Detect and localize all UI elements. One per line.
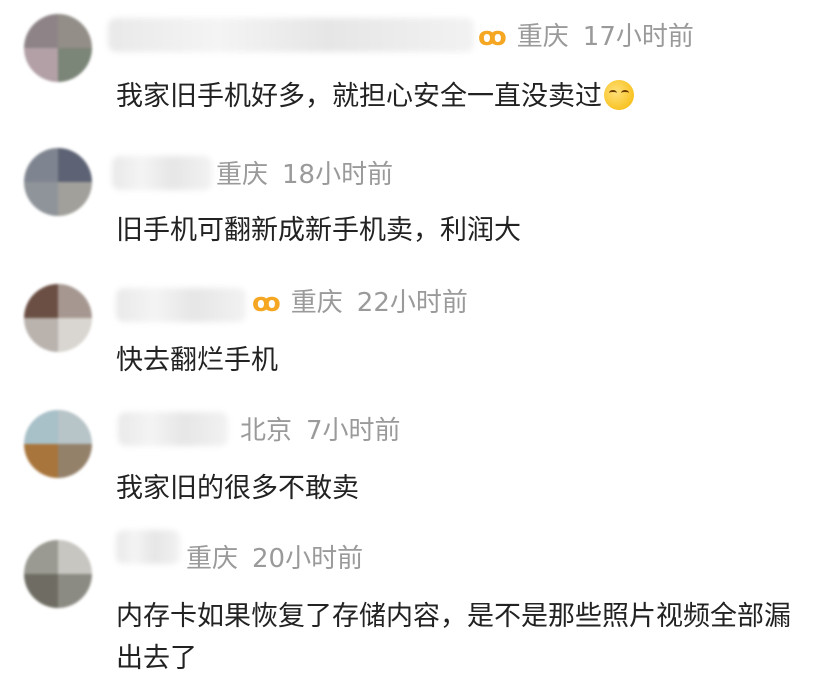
- avatar[interactable]: [24, 14, 92, 82]
- timestamp: 7小时前: [306, 416, 401, 446]
- username-blurred[interactable]: [116, 530, 180, 564]
- vip-badge-icon: ꝏ: [252, 288, 281, 318]
- vip-badge-icon: ꝏ: [478, 22, 507, 52]
- comment-text: 旧手机可翻新成新手机卖，利润大: [116, 215, 521, 246]
- avatar[interactable]: [24, 540, 92, 608]
- username-blurred[interactable]: [118, 412, 228, 446]
- comment-list: ꝏ 重庆 17小时前 我家旧手机好多，就担心安全一直没卖过 重庆 18小时前 旧…: [0, 0, 818, 684]
- username-blurred[interactable]: [108, 18, 474, 52]
- laughing-crying-emoji-icon: [604, 80, 634, 110]
- avatar[interactable]: [24, 148, 92, 216]
- timestamp: 20小时前: [252, 544, 364, 574]
- comment-meta: 重庆 20小时前: [186, 542, 363, 576]
- comment-meta: ꝏ 重庆 22小时前: [252, 286, 468, 320]
- timestamp: 22小时前: [356, 288, 468, 318]
- comment-meta: 北京 7小时前: [240, 414, 401, 448]
- location-label: 重庆: [290, 288, 343, 318]
- comment-text: 我家旧的很多不敢卖: [116, 473, 359, 504]
- location-label: 重庆: [216, 160, 269, 190]
- comment-text: 我家旧手机好多，就担心安全一直没卖过: [116, 76, 808, 118]
- comment-meta: ꝏ 重庆 17小时前: [478, 20, 694, 54]
- username-blurred[interactable]: [112, 156, 212, 190]
- comment-text: 快去翻烂手机: [116, 345, 278, 376]
- comment-text: 内存卡如果恢复了存储内容，是不是那些照片视频全部漏出去了: [116, 601, 791, 674]
- location-label: 重庆: [516, 22, 569, 52]
- avatar[interactable]: [24, 284, 92, 352]
- location-label: 北京: [240, 416, 293, 446]
- timestamp: 17小时前: [582, 22, 694, 52]
- avatar[interactable]: [24, 410, 92, 478]
- location-label: 重庆: [186, 544, 239, 574]
- comment-meta: 重庆 18小时前: [216, 158, 393, 192]
- timestamp: 18小时前: [282, 160, 394, 190]
- username-blurred[interactable]: [116, 288, 246, 322]
